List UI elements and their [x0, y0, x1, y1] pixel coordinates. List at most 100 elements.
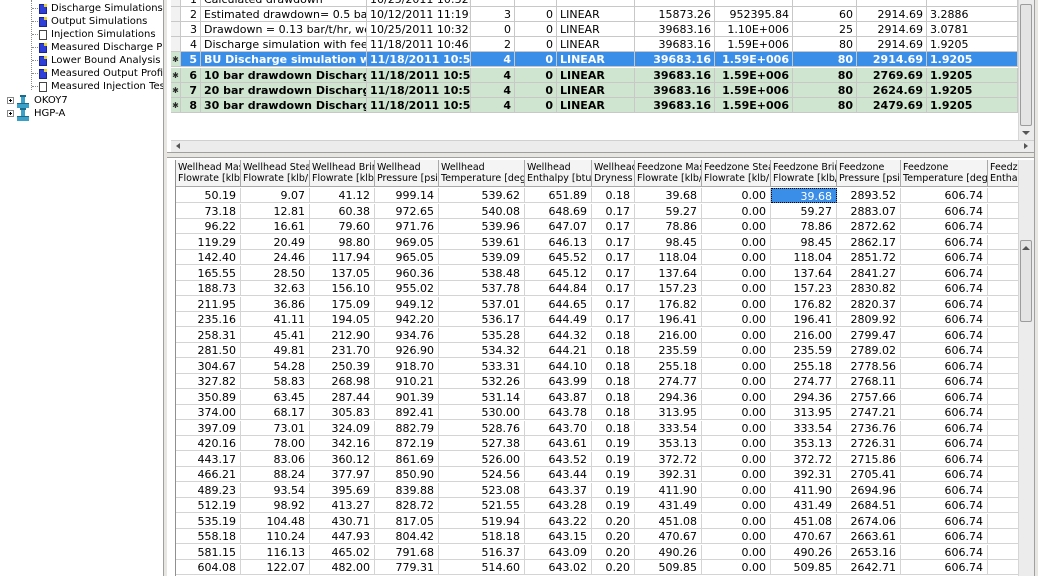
simulation-cell-type[interactable]: LINEAR	[557, 37, 635, 52]
simulation-cell-val2[interactable]	[715, 0, 793, 7]
results-cell[interactable]: 539.62	[439, 188, 525, 203]
simulation-cell-a[interactable]	[471, 0, 515, 7]
simulation-row[interactable]: 1Calculated drawdown10/25/2011 10:32:07	[171, 0, 1018, 7]
results-cell[interactable]: 839.88	[375, 482, 439, 498]
results-cell[interactable]: 531.14	[439, 389, 525, 405]
results-row[interactable]: 466.21 88.24 377.97 850.90 524.56 643.44 0.19 3…	[176, 467, 1018, 482]
results-cell[interactable]: 235.59	[635, 343, 702, 358]
simulation-cell-d[interactable]: 2914.69	[857, 22, 927, 37]
column-header[interactable]: WellheadEnthalpy [btu/lb]	[525, 160, 592, 187]
results-cell[interactable]: 0.00	[702, 374, 771, 389]
results-cell[interactable]: 294.36	[635, 389, 702, 405]
results-cell[interactable]: 353.13	[635, 436, 702, 451]
simulation-cell-a[interactable]: 0	[471, 22, 515, 37]
results-cell[interactable]: 28.50	[241, 265, 310, 281]
results-cell[interactable]: 255.18	[635, 358, 702, 374]
results-cell[interactable]: 79.60	[310, 219, 375, 234]
results-cell[interactable]: 926.90	[375, 343, 439, 358]
results-cell[interactable]: 644.21	[525, 343, 592, 358]
expand-icon[interactable]	[7, 97, 14, 104]
results-cell[interactable]	[988, 343, 1018, 358]
results-cell[interactable]: 519.94	[439, 513, 525, 529]
results-cell[interactable]: 606.74	[901, 374, 988, 389]
results-row[interactable]: 443.17 83.06 360.12 861.69 526.00 643.52 0.19 3…	[176, 451, 1018, 467]
results-cell[interactable]: 137.05	[310, 265, 375, 281]
column-header[interactable]: FeedzoEnthalpy	[988, 160, 1018, 187]
results-row[interactable]: 535.19 104.48 430.71 817.05 519.94 643.22 0.20…	[176, 513, 1018, 529]
results-cell[interactable]	[988, 514, 1018, 529]
results-cell[interactable]: 965.05	[375, 250, 439, 265]
simulation-cell-name[interactable]: Drawdown = 0.13 bar/t/hr, wellhead	[201, 22, 367, 37]
results-cell[interactable]	[988, 545, 1018, 560]
column-header[interactable]: Wellhead BrineFlowrate [klb/hr]	[310, 160, 375, 187]
results-cell[interactable]: 2893.52	[837, 188, 901, 203]
results-cell[interactable]	[988, 483, 1018, 498]
results-row[interactable]: 420.16 78.00 342.16 872.19 527.38 643.61 0.19 3…	[176, 436, 1018, 451]
results-cell[interactable]: 0.17	[592, 203, 635, 219]
results-cell[interactable]: 287.44	[310, 389, 375, 405]
results-row[interactable]: 581.15 116.13 465.02 791.68 516.37 643.09 0.20…	[176, 544, 1018, 560]
scroll-left-arrow-icon[interactable]	[176, 143, 180, 149]
results-cell[interactable]: 176.82	[771, 296, 837, 312]
results-cell[interactable]: 0.00	[702, 467, 771, 482]
results-cell[interactable]: 49.81	[241, 343, 310, 358]
results-cell[interactable]: 828.72	[375, 498, 439, 513]
results-cell[interactable]	[988, 312, 1018, 327]
simulation-row[interactable]: 3Drawdown = 0.13 bar/t/hr, wellhead10/25…	[171, 22, 1018, 37]
results-cell[interactable]: 0.00	[702, 560, 771, 575]
simulation-cell-name[interactable]: 10 bar drawdown Discharge simulation	[201, 68, 367, 83]
results-cell[interactable]: 447.93	[310, 529, 375, 544]
simulation-cell-c[interactable]: 80	[793, 68, 857, 83]
results-cell[interactable]: 804.42	[375, 529, 439, 544]
results-cell[interactable]: 188.73	[176, 281, 241, 296]
simulation-cell-b[interactable]: 0	[515, 83, 557, 98]
results-cell[interactable]: 606.74	[901, 560, 988, 575]
results-cell[interactable]: 606.74	[901, 482, 988, 498]
results-cell[interactable]: 0.18	[592, 374, 635, 389]
results-cell[interactable]: 606.74	[901, 281, 988, 296]
results-cell[interactable]: 606.74	[901, 529, 988, 544]
results-cell[interactable]: 116.13	[241, 544, 310, 560]
results-cell[interactable]: 2768.11	[837, 374, 901, 389]
simulation-cell-b[interactable]: 0	[515, 22, 557, 37]
results-row[interactable]: 50.19 9.07 41.12 999.14 539.62 651.89 0.18 39.6…	[176, 188, 1018, 203]
results-cell[interactable]: 0.00	[702, 436, 771, 451]
results-cell[interactable]: 882.79	[375, 420, 439, 436]
results-cell[interactable]: 60.38	[310, 203, 375, 219]
results-cell[interactable]: 643.52	[525, 451, 592, 467]
simulation-cell-e[interactable]: 1.9205	[927, 98, 1018, 113]
results-cell[interactable]: 606.74	[901, 405, 988, 420]
results-cell[interactable]: 643.02	[525, 560, 592, 575]
results-cell[interactable]: 606.74	[901, 467, 988, 482]
simulation-cell-type[interactable]: LINEAR	[557, 98, 635, 113]
results-cell[interactable]: 648.69	[525, 203, 592, 219]
simulation-cell-e[interactable]: 3.2886	[927, 7, 1018, 22]
results-cell[interactable]: 333.54	[635, 420, 702, 436]
results-cell[interactable]: 537.01	[439, 296, 525, 312]
results-cell[interactable]: 817.05	[375, 513, 439, 529]
results-cell[interactable]: 643.87	[525, 389, 592, 405]
results-row[interactable]: 96.22 16.61 79.60 971.76 539.96 647.07 0.17 78.…	[176, 219, 1018, 234]
results-cell[interactable]: 0.17	[592, 234, 635, 250]
tree-well-node[interactable]: HGP-A	[7, 107, 65, 121]
results-cell[interactable]: 0.00	[702, 234, 771, 250]
results-cell[interactable]: 157.23	[771, 281, 837, 296]
results-cell[interactable]: 530.00	[439, 405, 525, 420]
simulation-cell-c[interactable]	[793, 0, 857, 7]
simulation-cell-date[interactable]: 10/25/2011 10:32:07	[367, 0, 471, 7]
results-cell[interactable]: 850.90	[375, 467, 439, 482]
results-cell[interactable]: 2705.41	[837, 467, 901, 482]
results-cell[interactable]: 2799.47	[837, 327, 901, 343]
results-cell[interactable]: 2642.71	[837, 560, 901, 575]
results-cell[interactable]: 327.82	[176, 374, 241, 389]
simulation-cell-val2[interactable]: 1.59E+006	[715, 83, 793, 98]
results-row[interactable]: 119.29 20.49 98.80 969.05 539.61 646.13 0.17 98…	[176, 234, 1018, 250]
results-cell[interactable]: 540.08	[439, 203, 525, 219]
results-cell[interactable]: 250.39	[310, 358, 375, 374]
results-cell[interactable]: 2747.21	[837, 405, 901, 420]
results-cell[interactable]: 0.17	[592, 219, 635, 234]
results-cell[interactable]: 374.00	[176, 405, 241, 420]
results-cell[interactable]: 643.28	[525, 498, 592, 513]
results-cell[interactable]: 643.61	[525, 436, 592, 451]
results-cell[interactable]	[988, 281, 1018, 296]
